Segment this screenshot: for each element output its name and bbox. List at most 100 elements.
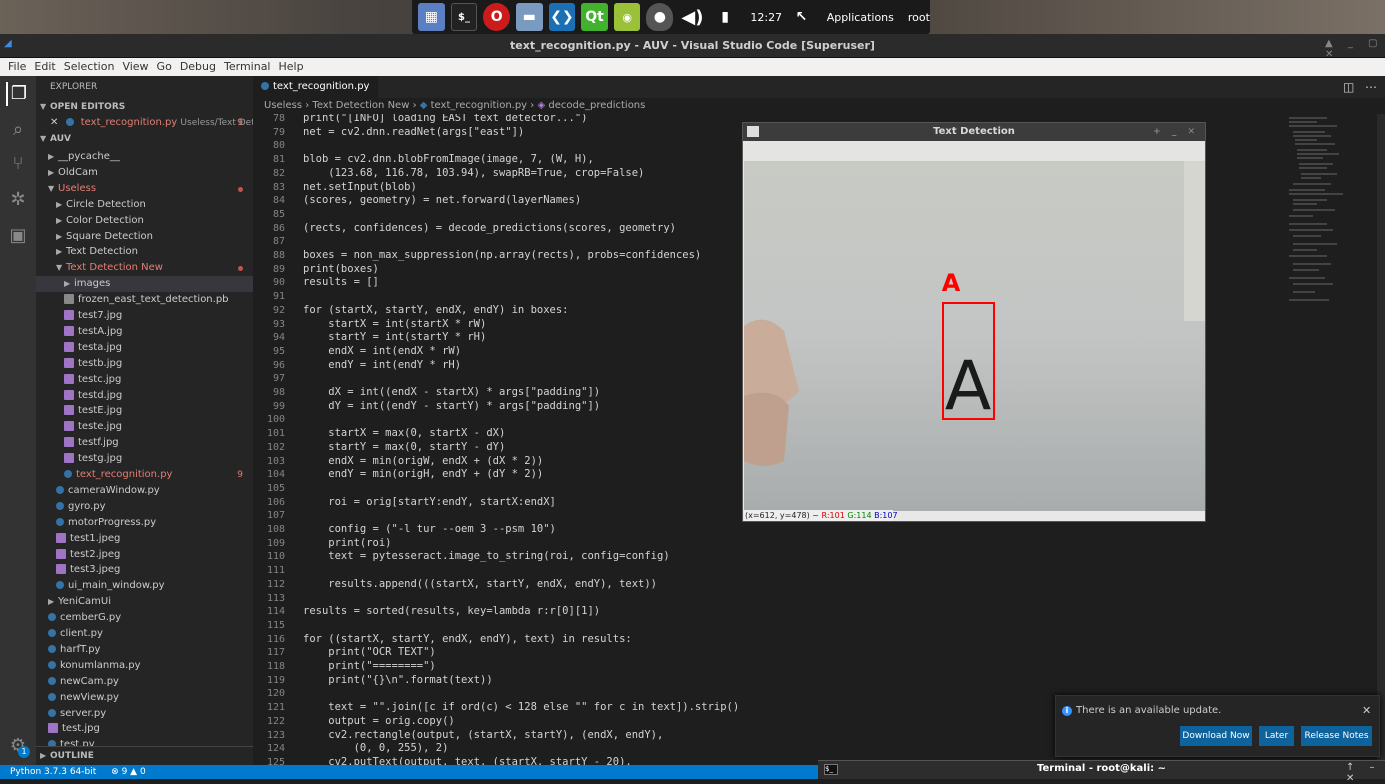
code-line[interactable]: endX = int(endX * rW) [303, 345, 461, 359]
text-detection-window[interactable]: Text Detection + _ ✕ A A (x=612, y=478) … [742, 122, 1206, 522]
problems-indicator[interactable]: ⊗ 9 ▲ 0 [111, 767, 146, 777]
tree-item[interactable]: testA.jpg [36, 324, 253, 340]
clock[interactable]: 12:27 [750, 11, 782, 24]
code-line[interactable]: print("========") [303, 660, 435, 674]
menu-view[interactable]: View [118, 58, 152, 76]
python-interpreter[interactable]: Python 3.7.3 64-bit [10, 767, 96, 777]
code-line[interactable]: print("[INFO] loading EAST text detector… [303, 114, 587, 126]
chevron-down-icon[interactable]: ▼ [48, 181, 58, 197]
terminal-icon[interactable]: $_ [450, 3, 478, 31]
tree-item[interactable]: motorProgress.py [36, 515, 253, 531]
text-detection-titlebar[interactable]: Text Detection + _ ✕ [743, 123, 1205, 141]
tree-item[interactable]: ▶ Color Detection [36, 213, 253, 229]
later-button[interactable]: Later [1259, 726, 1294, 746]
chevron-right-icon[interactable]: ▶ [56, 213, 66, 229]
outline-header[interactable]: ▶ OUTLINE [36, 748, 253, 764]
camera-image[interactable]: A A [744, 161, 1205, 511]
tree-item[interactable]: ▼ Useless [36, 181, 253, 197]
user-menu[interactable]: root [908, 11, 930, 24]
download-now-button[interactable]: Download Now [1180, 726, 1252, 746]
code-line[interactable]: for (startX, startY, endX, endY) in boxe… [303, 304, 569, 318]
text-detection-controls[interactable]: + _ ✕ [1153, 123, 1199, 141]
code-line[interactable]: print("OCR TEXT") [303, 646, 435, 660]
tree-item[interactable]: cameraWindow.py [36, 483, 253, 499]
more-actions-icon[interactable]: ⋯ [1365, 80, 1377, 94]
menu-help[interactable]: Help [275, 58, 308, 76]
notification-close-icon[interactable]: ✕ [1362, 704, 1371, 717]
chevron-right-icon[interactable]: ▶ [64, 276, 74, 292]
code-line[interactable]: config = ("-l tur --oem 3 --psm 10") [303, 523, 556, 537]
tree-item[interactable]: newCam.py [36, 674, 253, 690]
menu-debug[interactable]: Debug [176, 58, 220, 76]
menu-edit[interactable]: Edit [30, 58, 59, 76]
tree-item[interactable]: test3.jpeg [36, 562, 253, 578]
tree-item[interactable]: konumlanma.py [36, 658, 253, 674]
tree-item[interactable]: test2.jpeg [36, 547, 253, 563]
tree-item[interactable]: server.py [36, 706, 253, 722]
tree-item[interactable]: testg.jpg [36, 451, 253, 467]
code-line[interactable]: net = cv2.dnn.readNet(args["east"]) [303, 126, 524, 140]
tree-item[interactable]: test7.jpg [36, 308, 253, 324]
code-line[interactable]: startX = max(0, startX - dX) [303, 427, 505, 441]
window-controls[interactable]: ▲ _ ▢ ✕ [1325, 38, 1385, 60]
search-icon[interactable]: ⌕ [6, 118, 30, 142]
files-icon[interactable]: ▦ [418, 3, 445, 31]
code-line[interactable]: net.setInput(blob) [303, 181, 417, 195]
extensions-icon[interactable]: ▣ [6, 224, 30, 248]
menu-selection[interactable]: Selection [60, 58, 119, 76]
debug-icon[interactable]: ✲ [6, 188, 30, 212]
breadcrumb-function[interactable]: decode_predictions [548, 100, 645, 111]
tree-item[interactable]: ▶ Text Detection [36, 244, 253, 260]
code-line[interactable]: print(boxes) [303, 263, 379, 277]
code-line[interactable]: endY = min(origH, endY + (dY * 2)) [303, 468, 543, 482]
chevron-right-icon[interactable]: ▶ [56, 197, 66, 213]
explorer-icon[interactable]: ❐ [6, 82, 30, 106]
code-line[interactable]: print("{}\n".format(text)) [303, 674, 492, 688]
tree-item[interactable]: test.jpg [36, 721, 253, 737]
code-line[interactable]: results = [] [303, 276, 379, 290]
tab-text-recognition[interactable]: text_recognition.py ✕ [253, 76, 378, 114]
tree-item[interactable]: gyro.py [36, 499, 253, 515]
code-line[interactable]: text = "".join([c if ord(c) < 128 else "… [303, 701, 739, 715]
applications-menu[interactable]: Applications [827, 11, 894, 24]
code-line[interactable]: print(roi) [303, 537, 391, 551]
tree-item[interactable]: ▶ YeniCamUi [36, 594, 253, 610]
menu-file[interactable]: File [4, 58, 30, 76]
code-line[interactable]: dY = int((endY - startY) * args["padding… [303, 400, 600, 414]
tree-item[interactable]: testd.jpg [36, 388, 253, 404]
code-line[interactable]: cv2.putText(output, text, (startX, start… [303, 756, 631, 765]
tree-item[interactable]: testa.jpg [36, 340, 253, 356]
code-line[interactable]: (scores, geometry) = net.forward(layerNa… [303, 194, 581, 208]
tree-item[interactable]: testE.jpg [36, 403, 253, 419]
chevron-down-icon[interactable]: ▼ [56, 260, 66, 276]
open-editor-item[interactable]: ✕ text_recognition.py Useless/Text Det..… [36, 115, 253, 131]
code-line[interactable]: blob = cv2.dnn.blobFromImage(image, 7, (… [303, 153, 594, 167]
folder-icon[interactable]: ▬ [515, 3, 543, 31]
qt-icon[interactable]: Qt [581, 3, 608, 31]
code-line[interactable]: startY = int(startY * rH) [303, 331, 486, 345]
tree-item[interactable]: client.py [36, 626, 253, 642]
code-line[interactable]: endX = min(origW, endX + (dX * 2)) [303, 455, 543, 469]
code-line[interactable]: roi = orig[startY:endY, startX:endX] [303, 496, 556, 510]
tree-item[interactable]: ▶ OldCam [36, 165, 253, 181]
code-line[interactable]: startX = int(startX * rW) [303, 318, 486, 332]
chevron-right-icon[interactable]: ▶ [56, 244, 66, 260]
opera-icon[interactable]: O [483, 3, 510, 31]
minimap[interactable] [1287, 114, 1377, 314]
code-line[interactable]: output = orig.copy() [303, 715, 454, 729]
code-line[interactable]: (0, 0, 255), 2) [303, 742, 449, 756]
tree-item[interactable]: ▶ __pycache__ [36, 149, 253, 165]
alien-icon[interactable]: ● [646, 3, 674, 31]
auv-root-header[interactable]: ▼ AUV [36, 131, 253, 147]
tree-item[interactable]: cemberG.py [36, 610, 253, 626]
tree-item[interactable]: frozen_east_text_detection.pb [36, 292, 253, 308]
breadcrumb-useless[interactable]: Useless [264, 100, 302, 111]
chevron-right-icon[interactable]: ▶ [48, 165, 58, 181]
tree-item[interactable]: teste.jpg [36, 419, 253, 435]
menu-terminal[interactable]: Terminal [220, 58, 275, 76]
open-editors-header[interactable]: ▼ OPEN EDITORS [36, 99, 253, 115]
code-line[interactable]: boxes = non_max_suppression(np.array(rec… [303, 249, 701, 263]
tree-item[interactable]: test1.jpeg [36, 531, 253, 547]
chevron-right-icon[interactable]: ▶ [48, 594, 58, 610]
android-icon[interactable]: ◉ [613, 3, 641, 31]
